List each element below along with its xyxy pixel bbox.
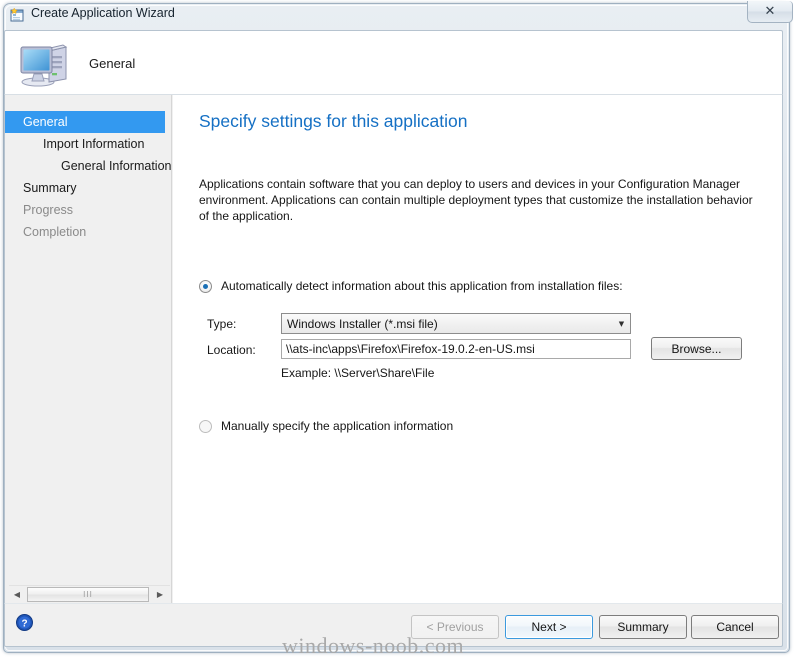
type-select-value: Windows Installer (*.msi file) [287, 316, 438, 331]
wizard-content-panel: Specify settings for this application Ap… [173, 95, 782, 603]
manual-specify-radio-row[interactable]: Manually specify the application informa… [199, 419, 453, 433]
sidebar-item-import-information[interactable]: Import Information [5, 133, 171, 155]
type-select[interactable]: Windows Installer (*.msi file) ▼ [281, 313, 631, 334]
type-label: Type: [207, 317, 237, 331]
watermark: windows-noob.com [282, 633, 465, 658]
scroll-right-arrow-icon[interactable]: ▶ [152, 587, 168, 602]
sidebar-item-completion: Completion [5, 221, 171, 243]
manual-specify-radio[interactable] [199, 420, 212, 433]
close-icon: ✕ [764, 3, 776, 19]
next-button-label: Next > [531, 620, 567, 634]
sidebar-item-summary[interactable]: Summary [5, 177, 171, 199]
sidebar-horizontal-scrollbar[interactable]: ◀ III ▶ [9, 585, 170, 603]
title-bar[interactable]: Create Application Wizard ✕ [0, 0, 797, 30]
svg-text:?: ? [21, 618, 27, 629]
wizard-body: General Import Information General Infor… [4, 95, 783, 603]
auto-detect-radio[interactable] [199, 280, 212, 293]
browse-button-label: Browse... [671, 341, 722, 356]
chevron-down-icon[interactable]: ▼ [613, 314, 630, 333]
location-example-text: Example: \\Server\Share\File [281, 366, 435, 380]
cancel-button-label: Cancel [716, 620, 754, 634]
location-input[interactable]: \\ats-inc\apps\Firefox\Firefox-19.0.2-en… [281, 339, 631, 359]
wizard-window-icon [9, 7, 25, 23]
wizard-header: General [4, 30, 783, 95]
header-title: General [89, 56, 136, 71]
page-title: Specify settings for this application [199, 111, 468, 131]
sidebar-item-label: Summary [23, 181, 77, 195]
sidebar-item-general[interactable]: General [5, 111, 165, 133]
computer-icon [19, 41, 75, 87]
sidebar-item-label: General [23, 115, 68, 129]
sidebar-item-label: Import Information [43, 137, 145, 151]
scrollbar-grip-icon: III [83, 590, 93, 599]
sidebar-item-label: Progress [23, 203, 74, 217]
summary-button[interactable]: Summary [599, 615, 687, 639]
location-input-value: \\ats-inc\apps\Firefox\Firefox-19.0.2-en… [286, 342, 535, 356]
sidebar-item-label: Completion [23, 225, 87, 239]
scroll-left-arrow-icon[interactable]: ◀ [9, 587, 25, 602]
wizard-step-sidebar: General Import Information General Infor… [5, 95, 172, 603]
close-button[interactable]: ✕ [747, 1, 793, 23]
manual-specify-radio-label: Manually specify the application informa… [221, 419, 454, 433]
wizard-step-list: General Import Information General Infor… [5, 111, 171, 243]
summary-button-label: Summary [617, 620, 669, 634]
browse-button[interactable]: Browse... [651, 337, 742, 360]
cancel-button[interactable]: Cancel [691, 615, 779, 639]
scrollbar-thumb[interactable]: III [27, 587, 149, 602]
sidebar-item-label: General Information [61, 159, 172, 173]
sidebar-item-progress: Progress [5, 199, 171, 221]
page-description: Applications contain software that you c… [199, 177, 753, 223]
next-button[interactable]: Next > [505, 615, 593, 639]
sidebar-item-general-information[interactable]: General Information [5, 155, 171, 177]
previous-button-label: < Previous [426, 620, 484, 634]
auto-detect-radio-label: Automatically detect information about t… [221, 279, 623, 293]
location-label: Location: [207, 343, 256, 357]
window-title: Create Application Wizard [31, 6, 175, 20]
auto-detect-radio-row[interactable]: Automatically detect information about t… [199, 279, 623, 293]
help-icon[interactable]: ? [16, 614, 33, 631]
